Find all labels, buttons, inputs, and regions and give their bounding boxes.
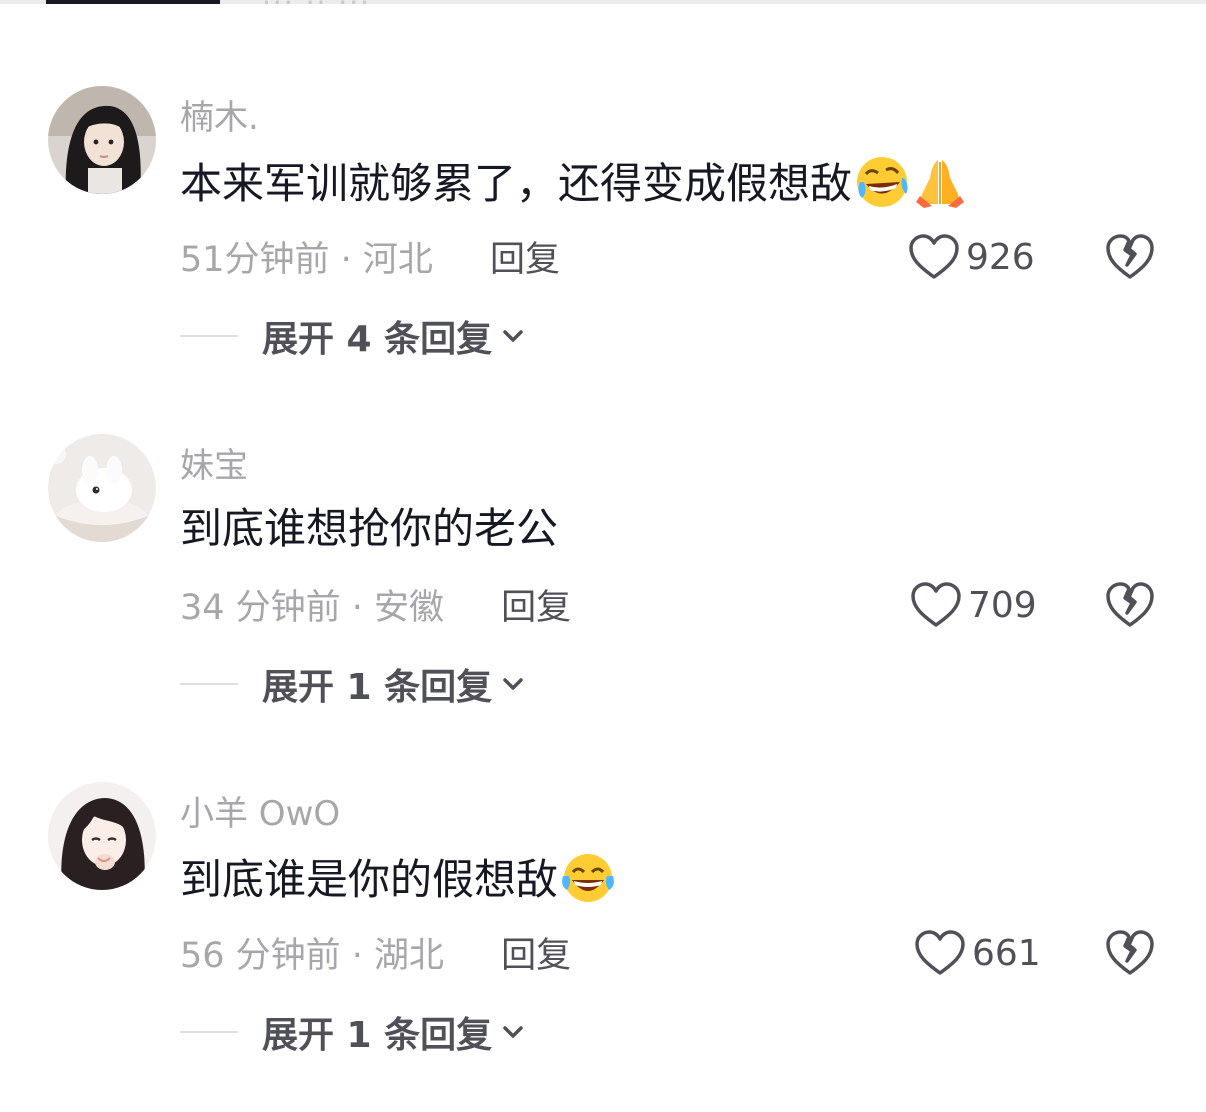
reply-button[interactable]: 回复 <box>490 231 560 282</box>
girl-anime-avatar-icon <box>48 782 156 890</box>
chevron-down-icon <box>503 678 523 690</box>
comment-meta: 56 分钟前 · 湖北 回复 <box>180 927 571 978</box>
comment-item: 小羊 OwO 到底谁是你的假想敌 56 分钟前 · 湖北 回复 661 展开 1 <box>0 782 1206 1112</box>
expand-replies-button[interactable]: 展开 1 条回复 <box>180 660 526 708</box>
comment-text-content: 到底谁想抢你的老公 <box>180 504 559 553</box>
avatar[interactable] <box>48 434 156 542</box>
comment-item: 妹宝 到底谁想抢你的老公 34 分钟前 · 安徽 回复 709 展开 1 条回复 <box>0 434 1206 764</box>
broken-heart-icon <box>1106 930 1154 975</box>
chevron-down-icon <box>503 330 523 342</box>
time-location: 51分钟前 · 河北 <box>180 240 433 280</box>
heart-icon <box>915 930 965 975</box>
like-count: 661 <box>972 932 1041 974</box>
like-count: 926 <box>966 236 1035 278</box>
expand-replies-button[interactable]: 展开 1 条回复 <box>180 1008 526 1056</box>
comment-text-content: 本来军训就够累了，还得变成假想敌 <box>180 159 853 208</box>
username[interactable]: 小羊 OwO <box>180 786 340 835</box>
comment-text: 到底谁是你的假想敌 <box>180 850 616 907</box>
comment-text-content: 到底谁是你的假想敌 <box>180 855 559 904</box>
girl-dark-hair-avatar-icon <box>48 86 156 194</box>
broken-heart-icon <box>1106 582 1154 627</box>
dislike-button[interactable] <box>1104 579 1156 631</box>
comment-text: 到底谁想抢你的老公 <box>180 502 558 556</box>
heart-icon <box>911 582 961 627</box>
top-tab-ghost-text: ··· ·· ··· <box>262 0 372 19</box>
comment-meta: 34 分钟前 · 安徽 回复 <box>180 579 571 630</box>
username[interactable]: 妹宝 <box>180 438 248 487</box>
folded-hands-emoji-icon <box>912 154 968 210</box>
expand-replies-label: 展开 4 条回复 <box>262 319 493 360</box>
dislike-button[interactable] <box>1104 231 1156 283</box>
rolling-laugh-emoji-icon <box>854 154 910 210</box>
like-button[interactable]: 709 <box>910 579 1037 631</box>
white-bunny-avatar-icon <box>48 434 156 542</box>
broken-heart-icon <box>1106 234 1154 279</box>
tears-of-joy-emoji-icon <box>560 850 616 906</box>
expand-replies-button[interactable]: 展开 4 条回复 <box>180 312 526 360</box>
like-button[interactable]: 661 <box>914 927 1041 979</box>
expand-replies-label: 展开 1 条回复 <box>262 667 493 708</box>
expand-replies-label: 展开 1 条回复 <box>262 1015 493 1056</box>
like-count: 709 <box>968 584 1037 626</box>
avatar[interactable] <box>48 86 156 194</box>
username[interactable]: 楠木. <box>180 90 259 139</box>
reply-button[interactable]: 回复 <box>501 579 571 630</box>
reply-button[interactable]: 回复 <box>501 927 571 978</box>
expand-divider-line <box>180 335 238 337</box>
comment-text: 本来军训就够累了，还得变成假想敌 <box>180 154 968 211</box>
expand-divider-line <box>180 683 238 685</box>
active-tab-indicator <box>46 0 220 4</box>
expand-divider-line <box>180 1031 238 1033</box>
chevron-down-icon <box>503 1026 523 1038</box>
avatar[interactable] <box>48 782 156 890</box>
comment-meta: 51分钟前 · 河北 回复 <box>180 231 560 282</box>
like-button[interactable]: 926 <box>908 231 1035 283</box>
heart-icon <box>909 234 959 279</box>
time-location: 34 分钟前 · 安徽 <box>180 588 445 628</box>
comment-item: 楠木. 本来军训就够累了，还得变成假想敌 51分钟前 · 河北 回复 926 展… <box>0 86 1206 416</box>
time-location: 56 分钟前 · 湖北 <box>180 936 445 976</box>
dislike-button[interactable] <box>1104 927 1156 979</box>
